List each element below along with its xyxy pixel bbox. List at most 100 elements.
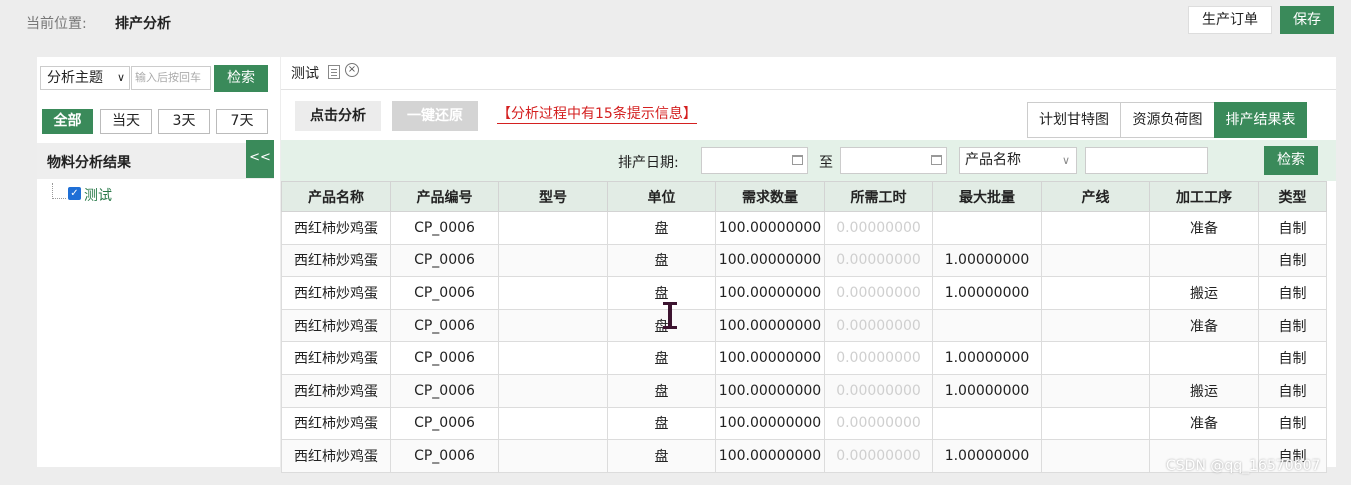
cell-process: 准备	[1149, 308, 1259, 343]
cell-type: 自制	[1258, 341, 1327, 375]
cell-line	[1041, 373, 1150, 408]
cell-unit: 盘	[607, 341, 716, 375]
cell-type: 自制	[1258, 406, 1327, 441]
analyze-button[interactable]: 点击分析	[295, 101, 381, 131]
breadcrumb-label: 当前位置:	[26, 16, 87, 32]
field-select-value: 产品名称	[965, 152, 1021, 168]
cell-product-name: 西红柿炒鸡蛋	[281, 243, 391, 278]
cell-product-code: CP_0006	[390, 308, 499, 343]
table-row[interactable]: 西红柿炒鸡蛋 CP_0006 盘 100.00000000 0.00000000 准备 自制	[281, 406, 1327, 441]
result-table: 产品名称 产品编号 型号 单位 需求数量 所需工时 最大批量 产线 加工工序 类…	[281, 181, 1327, 473]
topic-select[interactable]: 分析主题 ∨	[40, 66, 130, 90]
result-title: 物料分析结果	[47, 155, 131, 171]
cell-demand-qty: 100.00000000	[715, 308, 825, 343]
table-row[interactable]: 西红柿炒鸡蛋 CP_0006 盘 100.00000000 0.00000000 1.00…	[281, 276, 1327, 310]
save-button[interactable]: 保存	[1280, 6, 1334, 34]
cell-product-code: CP_0006	[390, 276, 499, 310]
cell-unit: 盘	[607, 276, 716, 310]
table-header-row: 产品名称 产品编号 型号 单位 需求数量 所需工时 最大批量 产线 加工工序 类…	[281, 181, 1327, 212]
close-icon[interactable]: ×	[345, 63, 359, 77]
table-row[interactable]: 西红柿炒鸡蛋 CP_0006 盘 100.00000000 0.00000000 1.00…	[281, 373, 1327, 408]
cell-process	[1149, 341, 1259, 375]
column-header[interactable]: 所需工时	[824, 181, 933, 212]
cell-demand-qty: 100.00000000	[715, 276, 825, 310]
cell-line	[1041, 243, 1150, 278]
result-table-view-button[interactable]: 排产结果表	[1214, 102, 1307, 138]
cell-unit: 盘	[607, 406, 716, 441]
cell-product-name: 西红柿炒鸡蛋	[281, 439, 391, 473]
cell-max-batch: 1.00000000	[932, 276, 1042, 310]
cell-unit: 盘	[607, 243, 716, 278]
schedule-date-label: 排产日期:	[618, 155, 679, 171]
end-date-input[interactable]	[840, 147, 947, 174]
topic-select-value: 分析主题	[47, 70, 103, 86]
cell-process: 搬运	[1149, 373, 1259, 408]
cell-product-name: 西红柿炒鸡蛋	[281, 308, 391, 343]
restore-button[interactable]: 一键还原	[392, 101, 478, 131]
filter-value-input[interactable]	[1085, 147, 1208, 174]
tree-item-label[interactable]: 测试	[84, 185, 112, 205]
cell-demand-qty: 100.00000000	[715, 439, 825, 473]
cell-type: 自制	[1258, 373, 1327, 408]
table-row[interactable]: 西红柿炒鸡蛋 CP_0006 盘 100.00000000 0.00000000 准备 自制	[281, 211, 1327, 245]
calendar-icon	[792, 155, 803, 165]
column-header[interactable]: 产线	[1041, 181, 1150, 212]
production-order-button[interactable]: 生产订单	[1188, 6, 1272, 34]
cell-product-name: 西红柿炒鸡蛋	[281, 341, 391, 375]
cell-type: 自制	[1258, 243, 1327, 278]
cell-max-batch	[932, 211, 1042, 245]
field-select[interactable]: 产品名称 ∨	[959, 147, 1077, 174]
column-header[interactable]: 型号	[498, 181, 608, 212]
start-date-input[interactable]	[701, 147, 808, 174]
cell-max-batch	[932, 308, 1042, 343]
cell-max-batch: 1.00000000	[932, 243, 1042, 278]
table-row[interactable]: 西红柿炒鸡蛋 CP_0006 盘 100.00000000 0.00000000 1.00…	[281, 341, 1327, 375]
notice-link[interactable]: 【分析过程中有15条提示信息】	[497, 106, 697, 124]
left-panel: 分析主题 ∨ 输入后按回车 检索 全部 当天 3天 7天 物料分析结果 << ✓…	[37, 57, 280, 467]
filter-bar: 排产日期: 至 产品名称 ∨ 检索	[281, 140, 1336, 181]
column-header[interactable]: 单位	[607, 181, 716, 212]
column-header[interactable]: 产品名称	[281, 181, 391, 212]
cell-hours: 0.00000000	[824, 341, 933, 375]
collapse-panel-button[interactable]: <<	[246, 140, 274, 178]
tree-checkbox[interactable]: ✓	[68, 187, 81, 200]
document-icon[interactable]	[328, 65, 340, 79]
date-to-label: 至	[819, 155, 833, 171]
range-7days-button[interactable]: 7天	[216, 109, 268, 134]
table-row[interactable]: 西红柿炒鸡蛋 CP_0006 盘 100.00000000 0.00000000 准备 自制	[281, 308, 1327, 343]
resource-load-view-button[interactable]: 资源负荷图	[1120, 102, 1215, 138]
column-header[interactable]: 类型	[1258, 181, 1327, 212]
cell-model	[498, 276, 608, 310]
cell-unit: 盘	[607, 308, 716, 343]
tree-connector	[52, 183, 66, 199]
cell-type: 自制	[1258, 211, 1327, 245]
cell-demand-qty: 100.00000000	[715, 211, 825, 245]
left-search-button[interactable]: 检索	[214, 65, 268, 92]
column-header[interactable]: 最大批量	[932, 181, 1042, 212]
left-search-input[interactable]: 输入后按回车	[131, 66, 211, 90]
range-3days-button[interactable]: 3天	[158, 109, 210, 134]
table-row[interactable]: 西红柿炒鸡蛋 CP_0006 盘 100.00000000 0.00000000 1.00…	[281, 243, 1327, 278]
range-all-button[interactable]: 全部	[42, 109, 93, 134]
column-header[interactable]: 加工工序	[1149, 181, 1259, 212]
cell-model	[498, 211, 608, 245]
range-today-button[interactable]: 当天	[100, 109, 152, 134]
cell-line	[1041, 276, 1150, 310]
cell-model	[498, 373, 608, 408]
tab-test[interactable]: 测试	[291, 63, 319, 83]
column-header[interactable]: 产品编号	[390, 181, 499, 212]
cell-hours: 0.00000000	[824, 373, 933, 408]
cell-unit: 盘	[607, 211, 716, 245]
gantt-view-button[interactable]: 计划甘特图	[1027, 102, 1121, 138]
cell-line	[1041, 341, 1150, 375]
cell-model	[498, 439, 608, 473]
cell-max-batch: 1.00000000	[932, 341, 1042, 375]
column-header[interactable]: 需求数量	[715, 181, 825, 212]
cell-model	[498, 243, 608, 278]
cell-demand-qty: 100.00000000	[715, 243, 825, 278]
cell-type: 自制	[1258, 276, 1327, 310]
right-panel: 测试 × 点击分析 一键还原 【分析过程中有15条提示信息】 计划甘特图 资源负…	[281, 57, 1336, 473]
cell-unit: 盘	[607, 373, 716, 408]
cell-demand-qty: 100.00000000	[715, 406, 825, 441]
filter-search-button[interactable]: 检索	[1264, 146, 1318, 175]
